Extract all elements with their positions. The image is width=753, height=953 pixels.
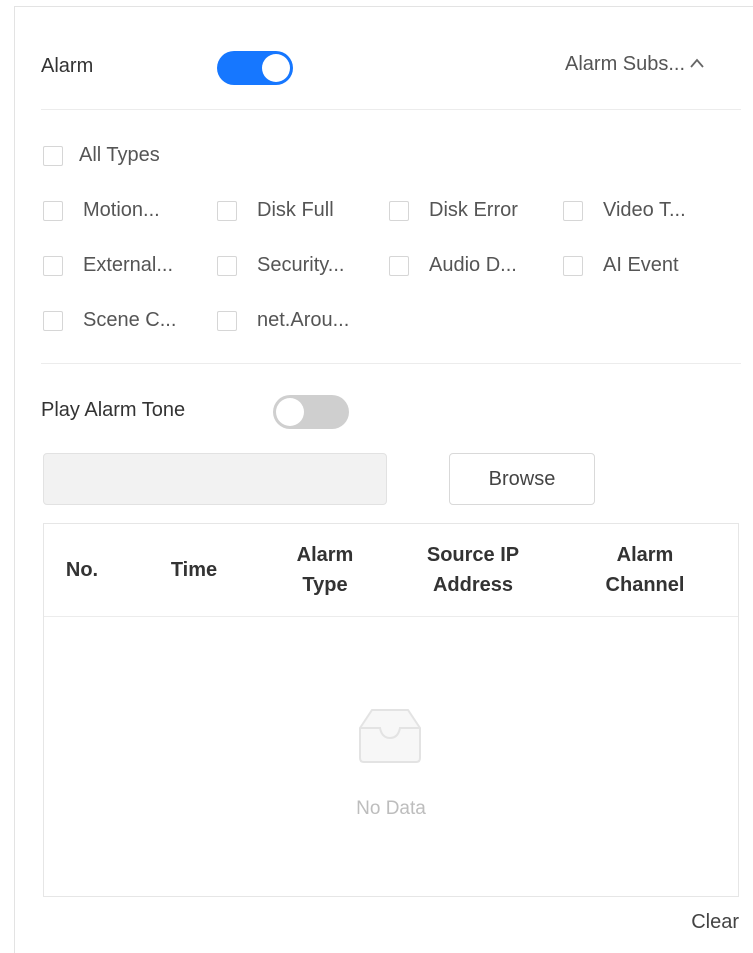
alarm-toggle-knob <box>262 54 290 82</box>
column-header-no: No. <box>65 559 99 581</box>
browse-button[interactable]: Browse <box>449 453 595 505</box>
alarm-subscribe-label: Alarm Subs... <box>565 53 686 75</box>
type-label-external: External... <box>83 254 174 276</box>
type-checkbox-external[interactable] <box>43 256 63 276</box>
section-divider <box>41 109 741 110</box>
type-label-audio: Audio D... <box>429 254 517 276</box>
type-checkbox-ai-event[interactable] <box>563 256 583 276</box>
column-header-alarm-type: Alarm Type <box>296 544 354 596</box>
type-checkbox-disk-full[interactable] <box>217 201 237 221</box>
empty-state-text: No Data <box>356 798 426 819</box>
type-label-scene-change: Scene C... <box>83 309 177 331</box>
all-types-label: All Types <box>79 144 160 166</box>
empty-inbox-icon <box>350 700 430 773</box>
play-alarm-tone-toggle-knob <box>276 398 304 426</box>
type-label-security: Security... <box>257 254 345 276</box>
play-alarm-tone-toggle[interactable] <box>273 395 349 429</box>
type-label-video-tamper: Video T... <box>603 199 686 221</box>
section-divider <box>41 363 741 364</box>
type-checkbox-audio[interactable] <box>389 256 409 276</box>
clear-button[interactable]: Clear <box>691 911 739 934</box>
type-label-disk-error: Disk Error <box>429 199 518 221</box>
alarm-subscribe-toggle[interactable]: Alarm Subs... <box>565 53 705 76</box>
column-header-alarm-channel: Alarm Channel <box>605 544 685 596</box>
type-label-ai-event: AI Event <box>603 254 679 276</box>
type-checkbox-disk-error[interactable] <box>389 201 409 221</box>
type-checkbox-net-arousal[interactable] <box>217 311 237 331</box>
type-checkbox-motion[interactable] <box>43 201 63 221</box>
type-label-disk-full: Disk Full <box>257 199 334 221</box>
alarm-tone-file-field[interactable] <box>43 453 387 505</box>
column-header-time: Time <box>170 559 218 581</box>
type-checkbox-video-tamper[interactable] <box>563 201 583 221</box>
type-checkbox-scene-change[interactable] <box>43 311 63 331</box>
chevron-up-icon <box>689 56 705 74</box>
play-alarm-tone-label: Play Alarm Tone <box>41 399 186 421</box>
column-header-source-ip-address: Source IP Address <box>426 544 520 596</box>
type-checkbox-security[interactable] <box>217 256 237 276</box>
type-label-net-arousal: net.Arou... <box>257 309 350 331</box>
all-types-checkbox[interactable] <box>43 146 63 166</box>
type-label-motion: Motion... <box>83 199 160 221</box>
alarm-label: Alarm <box>41 55 94 77</box>
table-header: No. Time Alarm Type Source IP Address Alar… <box>44 524 738 617</box>
alarm-panel: Alarm Alarm Subs... All Types Motion... … <box>14 6 753 953</box>
alarm-table: No. Time Alarm Type Source IP Address Alar… <box>43 523 739 897</box>
alarm-toggle[interactable] <box>217 51 293 85</box>
